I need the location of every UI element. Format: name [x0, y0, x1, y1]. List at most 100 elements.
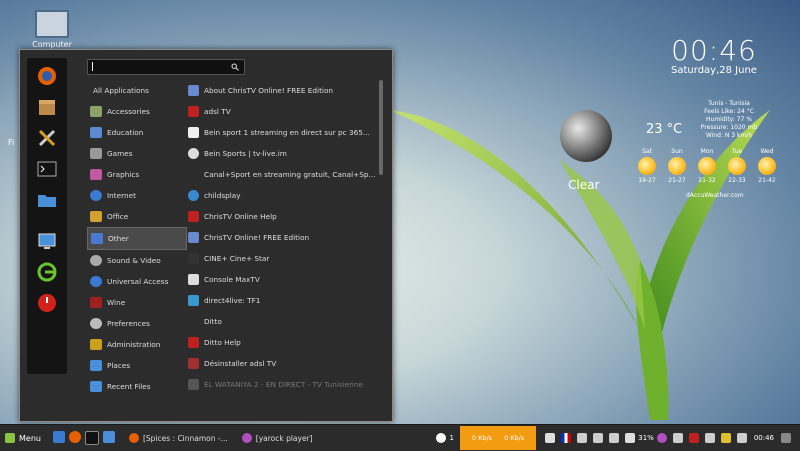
forecast-days: Sat 19-27 Sun 21-27 Mon 21-32 Tue 22-33 Wed 2… [632, 148, 800, 184]
scrollbar[interactable] [379, 80, 383, 175]
list-item[interactable]: CINE+ Cine+ Star [188, 248, 378, 269]
battery-icon[interactable] [625, 433, 636, 443]
category-office[interactable]: Office [87, 206, 187, 227]
logout-icon[interactable] [34, 259, 60, 285]
category-all[interactable]: All Applications [87, 80, 187, 101]
firefox-icon [128, 433, 139, 443]
category-administration[interactable]: Administration [87, 334, 187, 355]
taskbar-window-firefox[interactable]: [Spices : Cinnamon -... [125, 430, 232, 446]
tools-icon[interactable] [34, 125, 60, 151]
application-menu: All Applications Accessories Education G… [19, 49, 393, 422]
notification-count: 1 [449, 434, 454, 442]
list-item[interactable]: ChrisTV Online! FREE Edition [188, 227, 378, 248]
list-item[interactable]: Ditto [188, 311, 378, 332]
yarock-tray-icon[interactable] [656, 433, 667, 443]
folder-icon[interactable] [34, 187, 60, 213]
network-speed-applet[interactable]: 0 Kb/s 0 Kb/s [459, 426, 537, 450]
removable-drive-icon[interactable] [609, 433, 620, 443]
weather-widget: Clear 23 °C Tunis - Tunisia Feels Like: … [554, 100, 794, 210]
firefox-icon[interactable] [34, 63, 60, 89]
moon-icon [560, 110, 612, 162]
forecast-day: Wed 21-42 [758, 148, 776, 184]
menu-icon [5, 433, 15, 443]
category-places[interactable]: Places [87, 355, 187, 376]
forecast-day: Tue 22-33 [728, 148, 746, 184]
quick-launch [52, 431, 119, 445]
weather-wind: Wind: N 3 km/h [705, 132, 753, 139]
list-item[interactable]: ChrisTV Online Help [188, 206, 378, 227]
category-accessories[interactable]: Accessories [87, 101, 187, 122]
terminal-icon[interactable] [84, 431, 99, 445]
battery-percent: 31% [638, 434, 654, 442]
weather-location: Tunis - Tunisia [708, 100, 750, 107]
shutdown-icon[interactable] [34, 290, 60, 316]
keyboard-layout-icon[interactable] [561, 433, 572, 443]
category-graphics[interactable]: Graphics [87, 164, 187, 185]
firefox-icon[interactable] [68, 431, 81, 443]
sun-icon [638, 157, 656, 175]
yarock-icon [241, 433, 252, 443]
sun-icon [668, 157, 686, 175]
list-item[interactable]: adsl TV [188, 101, 378, 122]
category-games[interactable]: Games [87, 143, 187, 164]
desktop-icon[interactable] [52, 431, 65, 443]
weather-temperature: 23 °C [646, 122, 683, 137]
weather-source: dAccuWeather.com [686, 192, 744, 199]
forecast-day: Sat 19-27 [638, 148, 656, 184]
menu-button[interactable]: Menu [5, 433, 41, 443]
taskbar-clock[interactable]: 00:46 [754, 434, 774, 442]
tray-app-icon[interactable] [688, 433, 699, 443]
list-item[interactable]: direct4live: TF1 [188, 290, 378, 311]
taskbar-window-yarock[interactable]: [yarock player] [238, 430, 317, 446]
category-sound-video[interactable]: Sound & Video [87, 250, 187, 271]
package-icon[interactable] [34, 94, 60, 120]
network-icon[interactable] [593, 433, 604, 443]
favorites-bar [27, 58, 67, 374]
desktop-computer-label: Computer [32, 40, 72, 49]
wifi-icon[interactable] [704, 433, 715, 443]
search-icon [231, 63, 239, 71]
show-desktop-icon[interactable] [781, 433, 791, 443]
category-preferences[interactable]: Preferences [87, 313, 187, 334]
category-other[interactable]: Other [87, 227, 187, 250]
list-item[interactable]: Canal+Sport en streaming gratuit, Canal+… [188, 164, 378, 185]
bluetooth-icon[interactable] [577, 433, 588, 443]
net-upload: 0 Kb/s [504, 434, 525, 442]
text-caret [92, 62, 93, 71]
window-icon[interactable] [545, 433, 556, 443]
weather-humidity: Humidity: 77 % [706, 116, 752, 123]
screen-lock-icon[interactable] [34, 228, 60, 254]
list-item[interactable]: Ditto Help [188, 332, 378, 353]
volume-icon[interactable] [672, 433, 683, 443]
search-input[interactable] [87, 59, 245, 75]
list-item[interactable]: Bein Sports | tv-live.im [188, 143, 378, 164]
category-list: All Applications Accessories Education G… [87, 80, 187, 397]
list-item[interactable]: Bein sport 1 streaming en direct sur pc … [188, 122, 378, 143]
clock-widget: 00:46 Saturday,28 June [664, 34, 764, 76]
desktop-computer-icon[interactable]: Computer [30, 10, 74, 49]
terminal-icon[interactable] [34, 156, 60, 182]
category-education[interactable]: Education [87, 122, 187, 143]
category-universal-access[interactable]: Universal Access [87, 271, 187, 292]
updates-icon[interactable] [736, 433, 747, 443]
list-item[interactable]: EL WATANIYA 2 - EN DIRECT - TV Tunisienn… [188, 374, 378, 395]
system-tray: 1 0 Kb/s 0 Kb/s 31% 00:46 [433, 425, 794, 451]
category-recent-files[interactable]: Recent Files [87, 376, 187, 397]
list-item[interactable]: About ChrisTV Online! FREE Edition [188, 80, 378, 101]
list-item[interactable]: Console MaxTV [188, 269, 378, 290]
category-internet[interactable]: Internet [87, 185, 187, 206]
weather-feels-like: Feels Like: 24 °C [704, 108, 754, 115]
taskbar: Menu [Spices : Cinnamon -... [yarock pla… [0, 424, 800, 451]
folder-icon[interactable] [102, 431, 115, 443]
clock-date: Saturday,28 June [671, 65, 757, 76]
shield-icon[interactable] [720, 433, 731, 443]
info-icon[interactable] [436, 433, 447, 443]
category-wine[interactable]: Wine [87, 292, 187, 313]
desktop-partial-label: Fi [8, 138, 15, 147]
weather-details: Tunis - Tunisia Feels Like: 24 °C Humidi… [684, 100, 774, 140]
list-item[interactable]: childsplay [188, 185, 378, 206]
sun-icon [698, 157, 716, 175]
application-list: About ChrisTV Online! FREE Edition adsl … [188, 80, 378, 395]
computer-icon [35, 10, 69, 38]
list-item[interactable]: Désinstaller adsl TV [188, 353, 378, 374]
